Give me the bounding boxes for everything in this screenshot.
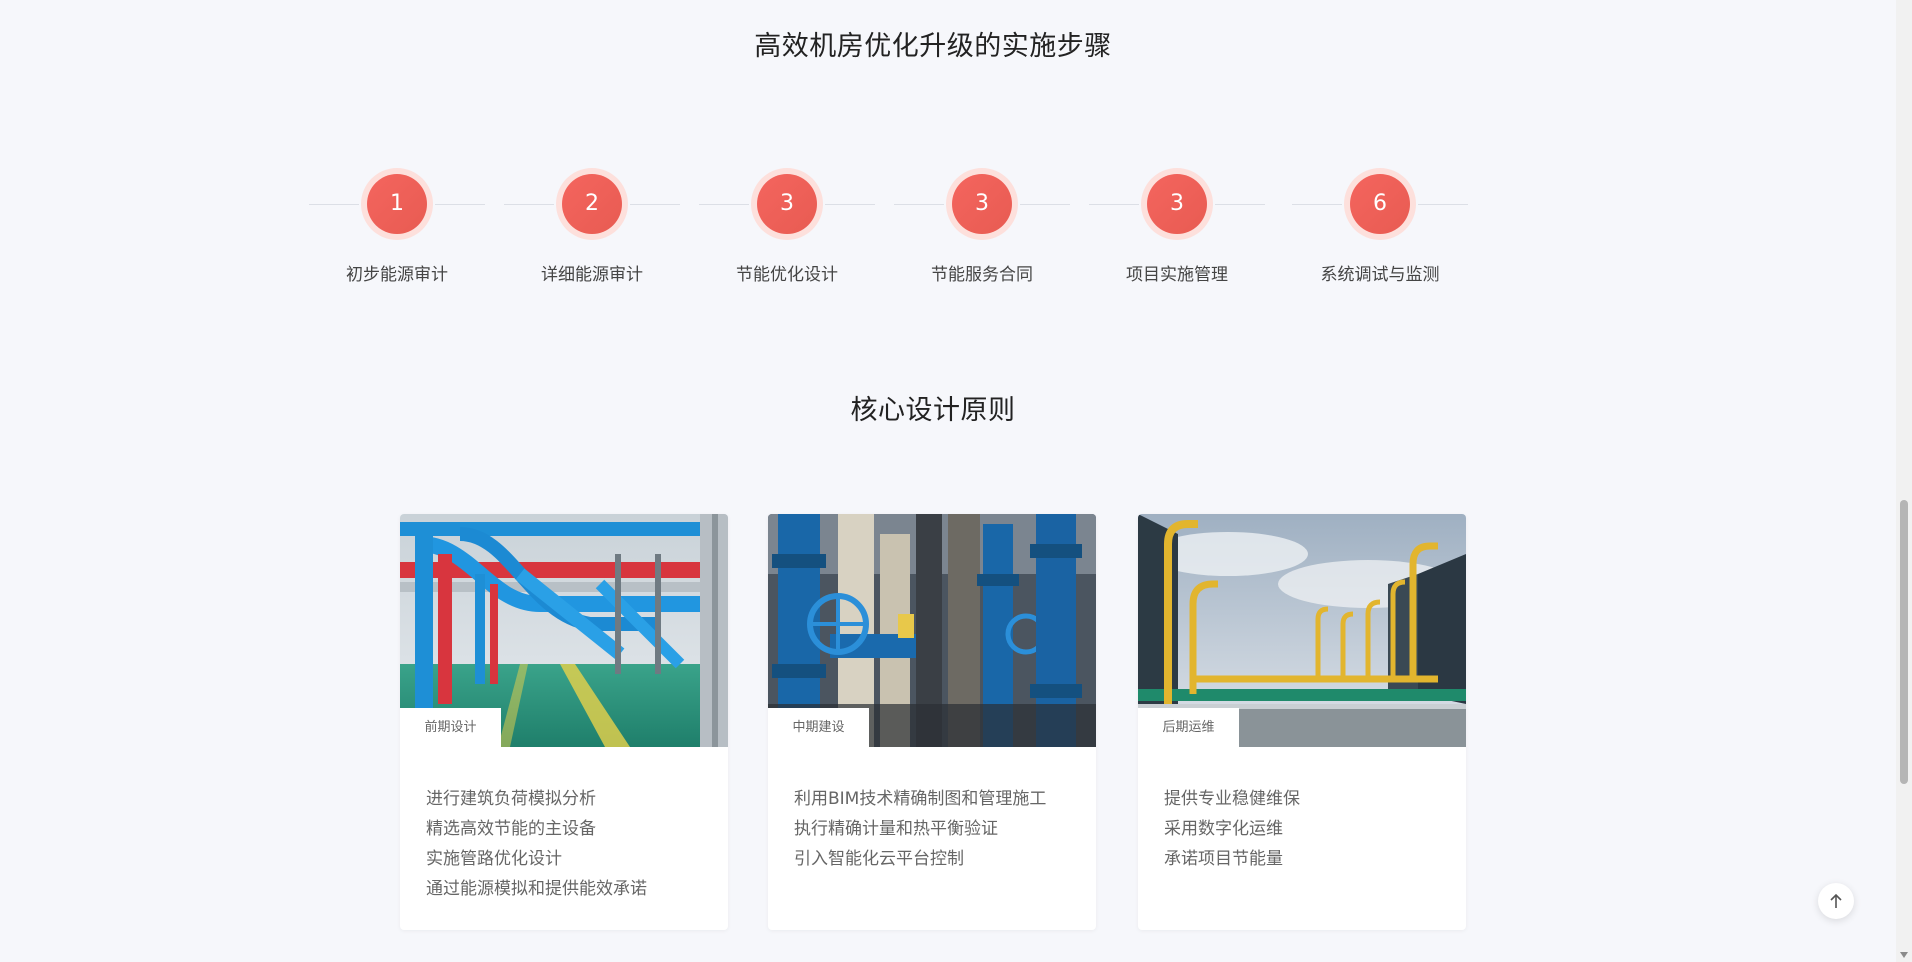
- list-item: 引入智能化云平台控制: [794, 849, 964, 869]
- step-number-ring: 6: [1344, 168, 1416, 240]
- step-connector: [1215, 204, 1265, 205]
- step-2: 2 详细能源审计: [502, 168, 682, 288]
- principle-cards: 前期设计 进行建筑负荷模拟分析 精选高效节能的主设备 实施管路优化设计 通过能源…: [400, 514, 1470, 930]
- step-number: 1: [367, 174, 427, 234]
- card-item-list: 提供专业稳健维保 采用数字化运维 承诺项目节能量: [1164, 784, 1300, 874]
- list-item: 精选高效节能的主设备: [426, 819, 596, 839]
- principle-card-mid-construction[interactable]: 中期建设 利用BIM技术精确制图和管理施工 执行精确计量和热平衡验证 引入智能化…: [768, 514, 1096, 930]
- step-label: 项目实施管理: [1126, 265, 1228, 285]
- card-item-list: 进行建筑负荷模拟分析 精选高效节能的主设备 实施管路优化设计 通过能源模拟和提供…: [426, 784, 647, 904]
- step-number: 3: [757, 174, 817, 234]
- step-connector: [699, 204, 749, 205]
- list-item: 执行精确计量和热平衡验证: [794, 819, 998, 839]
- step-connector: [1020, 204, 1070, 205]
- steps-section-title: 高效机房优化升级的实施步骤: [754, 31, 1112, 62]
- card-item-list: 利用BIM技术精确制图和管理施工 执行精确计量和热平衡验证 引入智能化云平台控制: [794, 784, 1046, 874]
- principle-card-early-design[interactable]: 前期设计 进行建筑负荷模拟分析 精选高效节能的主设备 实施管路优化设计 通过能源…: [400, 514, 728, 930]
- principle-card-late-operation[interactable]: 后期运维 提供专业稳健维保 采用数字化运维 承诺项目节能量: [1138, 514, 1466, 930]
- list-item: 承诺项目节能量: [1164, 849, 1283, 869]
- step-connector: [825, 204, 875, 205]
- step-label: 节能优化设计: [736, 265, 838, 285]
- step-number: 2: [562, 174, 622, 234]
- list-item: 实施管路优化设计: [426, 849, 562, 869]
- step-number: 3: [1147, 174, 1207, 234]
- step-number: 6: [1350, 174, 1410, 234]
- scrollbar-thumb[interactable]: [1900, 500, 1908, 784]
- step-connector: [504, 204, 554, 205]
- step-number-ring: 3: [1141, 168, 1213, 240]
- principles-section-title: 核心设计原则: [850, 395, 1016, 426]
- step-5: 3 项目实施管理: [1087, 168, 1267, 288]
- step-number-ring: 3: [946, 168, 1018, 240]
- step-connector: [309, 204, 359, 205]
- arrow-up-icon: [1830, 893, 1842, 908]
- step-connector: [1089, 204, 1139, 205]
- list-item: 采用数字化运维: [1164, 819, 1283, 839]
- back-to-top-button[interactable]: [1818, 883, 1854, 919]
- page-scrollbar[interactable]: [1896, 0, 1912, 962]
- scroll-down-arrow-icon[interactable]: [1900, 952, 1908, 958]
- step-6: 6 系统调试与监测: [1290, 168, 1470, 288]
- list-item: 利用BIM技术精确制图和管理施工: [794, 789, 1047, 809]
- step-label: 系统调试与监测: [1320, 265, 1440, 285]
- card-tag: 中期建设: [768, 708, 869, 747]
- list-item: 提供专业稳健维保: [1164, 789, 1300, 809]
- step-label: 详细能源审计: [541, 265, 643, 285]
- step-4: 3 节能服务合同: [892, 168, 1072, 288]
- card-tag: 后期运维: [1138, 708, 1239, 747]
- step-1: 1 初步能源审计: [307, 168, 487, 288]
- step-number-ring: 2: [556, 168, 628, 240]
- step-number-ring: 3: [751, 168, 823, 240]
- step-label: 初步能源审计: [346, 265, 448, 285]
- step-connector: [894, 204, 944, 205]
- steps-timeline: 1 初步能源审计 2 详细能源审计 3 节能优化设计 3 节能服务合同 3 项目…: [307, 168, 1482, 288]
- step-number: 3: [952, 174, 1012, 234]
- step-3: 3 节能优化设计: [697, 168, 877, 288]
- card-tag: 前期设计: [400, 708, 501, 747]
- step-connector: [1418, 204, 1468, 205]
- step-connector: [435, 204, 485, 205]
- step-number-ring: 1: [361, 168, 433, 240]
- step-connector: [1292, 204, 1342, 205]
- page: 高效机房优化升级的实施步骤 1 初步能源审计 2 详细能源审计 3 节能优化设计: [0, 0, 1896, 962]
- list-item: 进行建筑负荷模拟分析: [426, 789, 596, 809]
- step-connector: [630, 204, 680, 205]
- step-label: 节能服务合同: [931, 265, 1033, 285]
- list-item: 通过能源模拟和提供能效承诺: [426, 879, 647, 899]
